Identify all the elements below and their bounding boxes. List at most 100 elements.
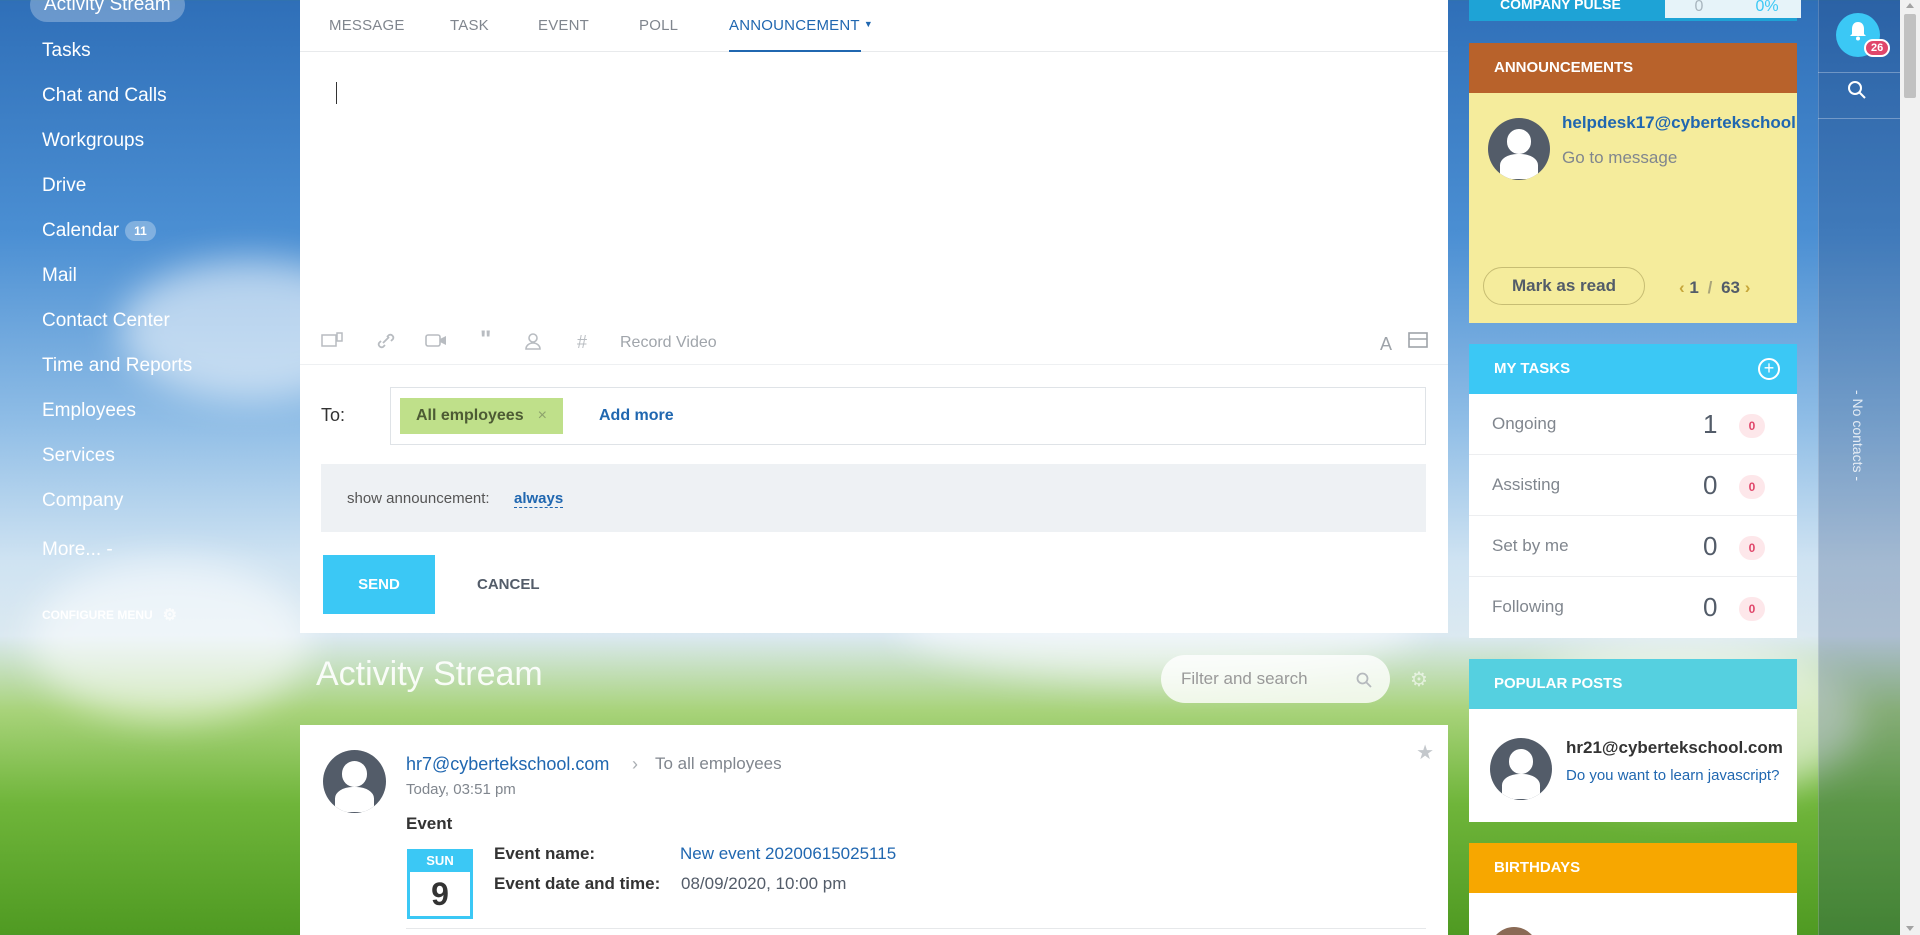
- tab-message[interactable]: MESSAGE: [329, 17, 405, 34]
- my-tasks-title: MY TASKS: [1494, 360, 1571, 377]
- page-scrollbar[interactable]: [1900, 0, 1920, 935]
- star-icon[interactable]: ★: [1416, 740, 1434, 765]
- sidebar-item-company[interactable]: Company: [42, 489, 123, 513]
- post-destination[interactable]: To all employees: [655, 754, 782, 774]
- cancel-button[interactable]: CANCEL: [477, 576, 540, 593]
- show-announcement-select[interactable]: always: [514, 490, 564, 508]
- task-count: 0: [1703, 531, 1718, 561]
- sidebar-item-label: More... -: [42, 539, 113, 560]
- sidebar-item-chat[interactable]: Chat and Calls: [42, 84, 167, 108]
- event-name-link[interactable]: New event 20200615025115: [680, 844, 896, 864]
- avatar[interactable]: [1490, 927, 1538, 935]
- editor-toolbar: " # Record Video A: [300, 320, 1448, 365]
- announcement-author-link[interactable]: helpdesk17@cybertekschool.com: [1562, 113, 1797, 133]
- birthdays-header: BIRTHDAYS: [1469, 843, 1797, 893]
- sidebar-item-employees[interactable]: Employees: [42, 399, 136, 423]
- recipients-field[interactable]: All employees × Add more: [390, 387, 1426, 445]
- tab-poll[interactable]: POLL: [639, 17, 678, 34]
- quote-icon[interactable]: ": [480, 326, 491, 354]
- sidebar-item-workgroups[interactable]: Workgroups: [42, 129, 144, 153]
- link-icon[interactable]: [376, 332, 396, 355]
- sidebar-item-label: Chat and Calls: [42, 85, 167, 106]
- calendar-day-number: 9: [431, 876, 449, 912]
- scroll-down-icon[interactable]: [1906, 926, 1914, 931]
- video-icon[interactable]: [425, 332, 447, 353]
- chevron-right-icon[interactable]: ›: [1745, 278, 1751, 297]
- left-menu: Activity Stream Tasks Chat and Calls Wor…: [0, 0, 300, 935]
- sidebar-item-label: Contact Center: [42, 310, 170, 331]
- sidebar-item-services[interactable]: Services: [42, 444, 115, 468]
- sidebar-item-label: Mail: [42, 265, 77, 286]
- show-announcement-row: show announcement: always: [321, 464, 1426, 532]
- search-icon[interactable]: [1356, 655, 1372, 703]
- task-row-following[interactable]: Following 0 0: [1469, 577, 1797, 638]
- gear-icon: ⚙: [162, 607, 178, 624]
- task-row-ongoing[interactable]: Ongoing 1 0: [1469, 394, 1797, 455]
- announcements-header: ANNOUNCEMENTS: [1469, 43, 1797, 93]
- feed-post: hr7@cybertekschool.com › To all employee…: [300, 725, 1448, 935]
- task-row-assisting[interactable]: Assisting 0 0: [1469, 455, 1797, 516]
- company-pulse-label: COMPANY PULSE: [1500, 0, 1621, 12]
- text-format-icon[interactable]: A: [1380, 334, 1392, 355]
- layout-icon[interactable]: [1408, 332, 1428, 353]
- post-type-title: Event: [406, 814, 453, 833]
- task-label: Following: [1492, 597, 1564, 616]
- company-pulse-widget[interactable]: COMPANY PULSE 0 0%: [1469, 0, 1801, 21]
- sidebar-item-contact-center[interactable]: Contact Center: [42, 309, 170, 333]
- tab-event[interactable]: EVENT: [538, 17, 589, 34]
- task-label: Set by me: [1492, 536, 1569, 555]
- hashtag-icon[interactable]: #: [577, 332, 587, 353]
- calendar-count-badge: 11: [125, 220, 156, 241]
- popular-post-author[interactable]: hr21@cybertekschool.com: [1566, 738, 1783, 758]
- go-to-message-link[interactable]: Go to message: [1562, 148, 1677, 168]
- sidebar-item-calendar[interactable]: Calendar 11: [42, 219, 156, 243]
- post-author-link[interactable]: hr7@cybertekschool.com: [406, 754, 609, 775]
- configure-menu-button[interactable]: CONFIGURE MENU ⚙: [42, 605, 177, 625]
- sidebar-item-time-reports[interactable]: Time and Reports: [42, 354, 192, 378]
- avatar[interactable]: [1490, 738, 1552, 800]
- task-count: 0: [1703, 592, 1718, 622]
- avatar[interactable]: [1488, 118, 1550, 180]
- tab-announcement[interactable]: ANNOUNCEMENT ▼: [729, 17, 873, 34]
- sidebar-item-label: Drive: [42, 175, 87, 196]
- sidebar-item-label: Workgroups: [42, 130, 145, 151]
- sidebar-item-mail[interactable]: Mail: [42, 264, 77, 288]
- filter-search-input[interactable]: Filter and search: [1161, 655, 1390, 703]
- remove-recipient-icon[interactable]: ×: [538, 407, 547, 424]
- mark-as-read-button[interactable]: Mark as read: [1483, 267, 1645, 305]
- send-button[interactable]: SEND: [323, 555, 435, 614]
- add-more-link[interactable]: Add more: [599, 407, 674, 425]
- popular-post-link[interactable]: Do you want to learn javascript?: [1566, 766, 1786, 786]
- tab-task[interactable]: TASK: [450, 17, 489, 34]
- scroll-up-icon[interactable]: [1906, 3, 1914, 8]
- sidebar-item-more[interactable]: More... -: [42, 538, 113, 562]
- divider: [1818, 72, 1900, 73]
- post-time[interactable]: Today, 03:51 pm: [406, 781, 516, 798]
- chevron-down-icon: ▼: [863, 19, 873, 29]
- add-task-icon[interactable]: +: [1758, 358, 1780, 380]
- task-counter-badge: 0: [1739, 414, 1765, 438]
- mention-icon[interactable]: [524, 332, 542, 355]
- task-label: Ongoing: [1492, 414, 1557, 433]
- message-editor[interactable]: [300, 53, 1448, 319]
- chevron-left-icon[interactable]: ‹: [1679, 278, 1685, 297]
- upload-file-icon[interactable]: [321, 332, 343, 353]
- recipient-chip[interactable]: All employees ×: [400, 398, 563, 434]
- search-icon[interactable]: [1847, 80, 1867, 106]
- sidebar-item-tasks[interactable]: Tasks: [42, 39, 91, 63]
- sidebar-item-drive[interactable]: Drive: [42, 174, 86, 198]
- sidebar-item-label: Time and Reports: [42, 355, 193, 376]
- avatar[interactable]: [323, 750, 386, 813]
- filter-placeholder: Filter and search: [1181, 669, 1308, 688]
- sidebar-item-label: Employees: [42, 400, 136, 421]
- task-counter-badge: 0: [1739, 475, 1765, 499]
- gear-icon[interactable]: ⚙: [1410, 667, 1428, 692]
- scrollbar-thumb[interactable]: [1904, 14, 1916, 98]
- chevron-right-icon: ›: [632, 754, 638, 774]
- my-tasks-list: Ongoing 1 0 Assisting 0 0 Set by me 0 0 …: [1469, 394, 1797, 638]
- sidebar-item-activity-stream[interactable]: Activity Stream: [30, 0, 185, 22]
- record-video-button[interactable]: Record Video: [620, 334, 717, 352]
- page-title: Activity Stream: [316, 655, 543, 693]
- event-name-label: Event name:: [494, 844, 596, 863]
- task-row-set-by-me[interactable]: Set by me 0 0: [1469, 516, 1797, 577]
